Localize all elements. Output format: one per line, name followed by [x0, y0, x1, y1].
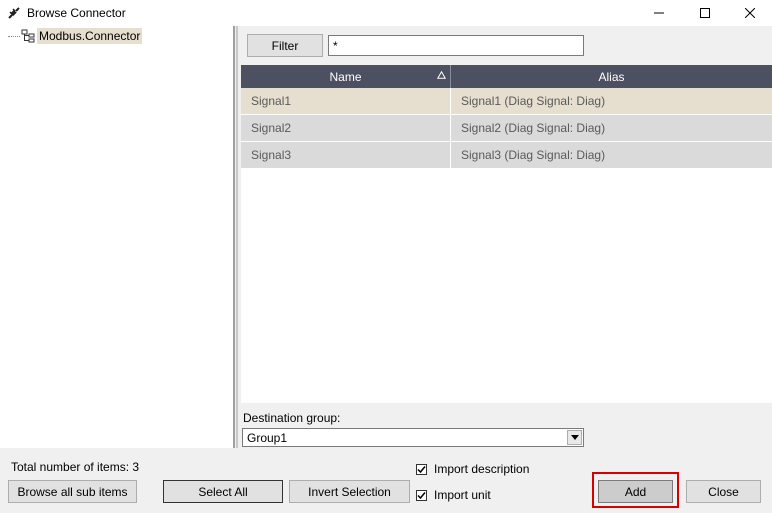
- cell-name: Signal2: [241, 115, 451, 141]
- checkbox-box[interactable]: [416, 489, 427, 501]
- checkbox-label: Import description: [434, 462, 530, 476]
- column-header-label: Alias: [598, 69, 625, 84]
- import-description-checkbox[interactable]: Import description: [416, 462, 529, 476]
- cell-alias: Signal1 (Diag Signal: Diag): [461, 94, 606, 108]
- tree-node-root[interactable]: Modbus.Connector: [8, 28, 143, 44]
- checkbox-label: Import unit: [434, 488, 491, 502]
- table-row[interactable]: Signal3 Signal3 (Diag Signal: Diag): [241, 142, 772, 169]
- tree-connector-line: [8, 35, 20, 37]
- tree-structure-icon: [21, 29, 35, 43]
- cell-name: Signal3: [241, 142, 451, 168]
- tree-node-label: Modbus.Connector: [37, 28, 143, 44]
- close-button[interactable]: Close: [686, 480, 761, 503]
- table-row[interactable]: Signal2 Signal2 (Diag Signal: Diag): [241, 115, 772, 142]
- cell-alias: Signal3 (Diag Signal: Diag): [461, 148, 606, 162]
- cell-name: Signal1: [241, 88, 451, 114]
- checkmark-icon: [417, 491, 426, 499]
- import-unit-checkbox[interactable]: Import unit: [416, 488, 491, 502]
- table-row[interactable]: Signal1 Signal1 (Diag Signal: Diag): [241, 88, 772, 115]
- close-window-button[interactable]: [727, 0, 772, 26]
- checkbox-box[interactable]: [416, 463, 427, 475]
- column-header-name[interactable]: Name: [241, 65, 451, 88]
- browse-all-sub-items-button[interactable]: Browse all sub items: [8, 480, 137, 503]
- sort-ascending-icon: [437, 71, 446, 79]
- connector-plug-icon: [7, 6, 21, 20]
- panel-splitter[interactable]: [234, 26, 240, 448]
- minimize-icon: [654, 12, 664, 14]
- signal-grid[interactable]: Name Alias Signal1 Signal1 (Diag Signal:…: [241, 65, 772, 403]
- add-button[interactable]: Add: [598, 480, 673, 503]
- total-items-label: Total number of items: 3: [11, 460, 140, 474]
- column-header-label: Name: [329, 69, 362, 84]
- close-icon: [745, 8, 755, 18]
- minimize-button[interactable]: [636, 0, 682, 26]
- column-header-alias[interactable]: Alias: [451, 65, 772, 88]
- window-title: Browse Connector: [27, 6, 126, 20]
- select-all-button[interactable]: Select All: [163, 480, 283, 503]
- filter-button[interactable]: Filter: [247, 34, 323, 57]
- maximize-icon: [700, 8, 710, 18]
- destination-group-label: Destination group:: [243, 411, 341, 425]
- destination-group-select[interactable]: Group1: [242, 428, 584, 447]
- destination-group-value: Group1: [247, 430, 288, 445]
- cell-alias: Signal2 (Diag Signal: Diag): [461, 121, 606, 135]
- chevron-down-icon[interactable]: [567, 430, 582, 445]
- maximize-button[interactable]: [682, 0, 728, 26]
- filter-input[interactable]: [328, 35, 584, 56]
- grid-header: Name Alias: [241, 65, 772, 88]
- invert-selection-button[interactable]: Invert Selection: [289, 480, 410, 503]
- connector-tree[interactable]: Modbus.Connector: [0, 26, 234, 448]
- checkmark-icon: [417, 465, 426, 473]
